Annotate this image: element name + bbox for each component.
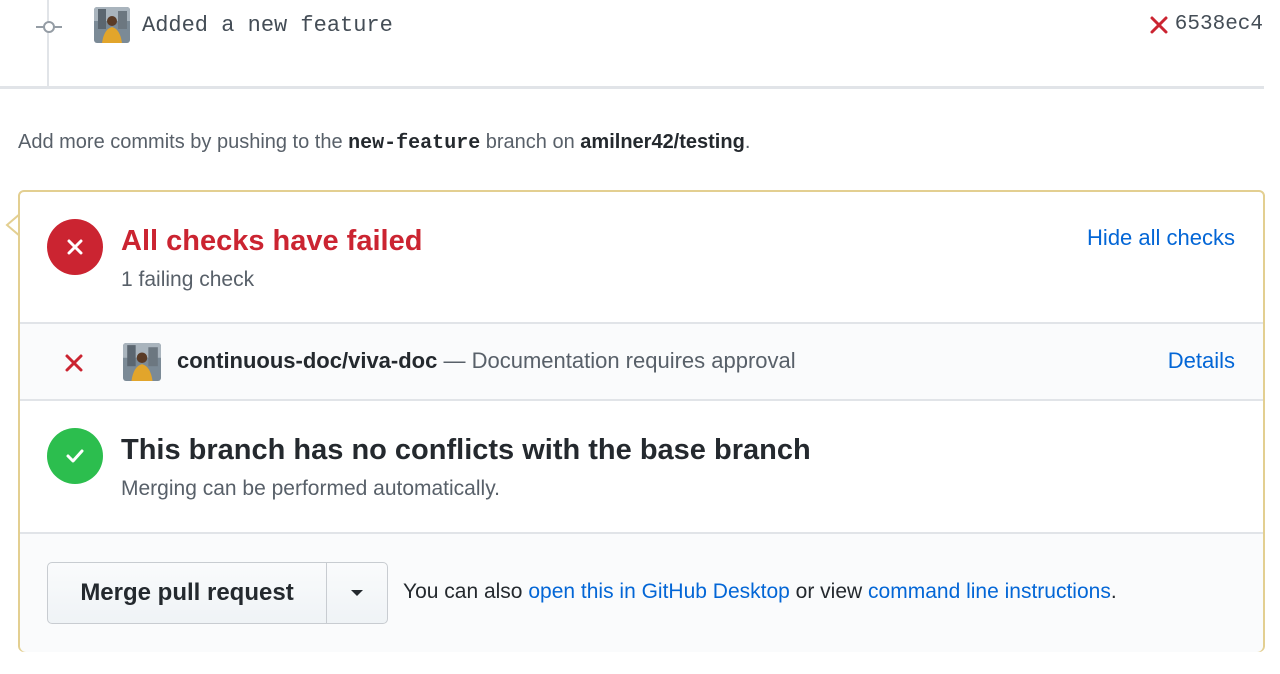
- commit-sha[interactable]: 6538ec4: [1175, 13, 1263, 36]
- checks-title: All checks have failed: [121, 225, 423, 257]
- merge-box: All checks have failed 1 failing check H…: [18, 190, 1265, 652]
- commit-row: Added a new feature 6538ec4: [0, 0, 1280, 54]
- conflicts-title: This branch has no conflicts with the ba…: [121, 434, 811, 466]
- check-text: continuous-doc/viva-doc — Documentation …: [177, 348, 796, 374]
- caret-down-icon: [351, 590, 363, 596]
- check-separator: —: [437, 348, 472, 373]
- merge-help-text: You can also open this in GitHub Desktop…: [403, 580, 1117, 604]
- x-icon[interactable]: [1149, 15, 1169, 35]
- merge-pull-request-button[interactable]: Merge pull request: [48, 563, 327, 623]
- checks-summary: All checks have failed 1 failing check H…: [20, 192, 1263, 324]
- help-suffix: .: [1110, 580, 1117, 603]
- push-hint: Add more commits by pushing to the new-f…: [18, 131, 750, 155]
- commit-status: 6538ec4: [1149, 13, 1263, 36]
- conflicts-summary: This branch has no conflicts with the ba…: [20, 401, 1263, 534]
- check-item: continuous-doc/viva-doc — Documentation …: [20, 324, 1263, 401]
- merge-method-dropdown[interactable]: [327, 563, 387, 623]
- check-name: continuous-doc/viva-doc: [177, 348, 438, 373]
- repo-name: amilner42/testing: [580, 131, 745, 153]
- command-line-instructions-link[interactable]: command line instructions: [868, 580, 1111, 603]
- checks-subtitle: 1 failing check: [121, 268, 255, 291]
- timeline-divider: [0, 86, 1264, 89]
- hide-all-checks-link[interactable]: Hide all checks: [1087, 225, 1235, 251]
- check-mark-icon: [47, 428, 103, 484]
- merge-section: Merge pull request You can also open thi…: [20, 534, 1263, 652]
- x-icon: [65, 354, 83, 372]
- details-link[interactable]: Details: [1168, 348, 1235, 374]
- conflicts-subtitle: Merging can be performed automatically.: [121, 477, 500, 500]
- open-github-desktop-link[interactable]: open this in GitHub Desktop: [528, 580, 789, 603]
- avatar[interactable]: [94, 7, 130, 43]
- help-prefix: You can also: [403, 580, 523, 603]
- merge-button-group: Merge pull request: [47, 562, 388, 624]
- hint-prefix: Add more commits by pushing to the: [18, 131, 343, 153]
- check-description: Documentation requires approval: [471, 348, 796, 373]
- avatar[interactable]: [123, 343, 161, 381]
- branch-name: new-feature: [348, 132, 481, 155]
- hint-suffix: .: [744, 131, 751, 153]
- git-commit-icon: [36, 21, 62, 33]
- checks-failed-icon: [47, 219, 103, 275]
- help-middle: or view: [795, 580, 863, 603]
- hint-middle: branch on: [485, 131, 575, 153]
- commit-message[interactable]: Added a new feature: [142, 13, 393, 38]
